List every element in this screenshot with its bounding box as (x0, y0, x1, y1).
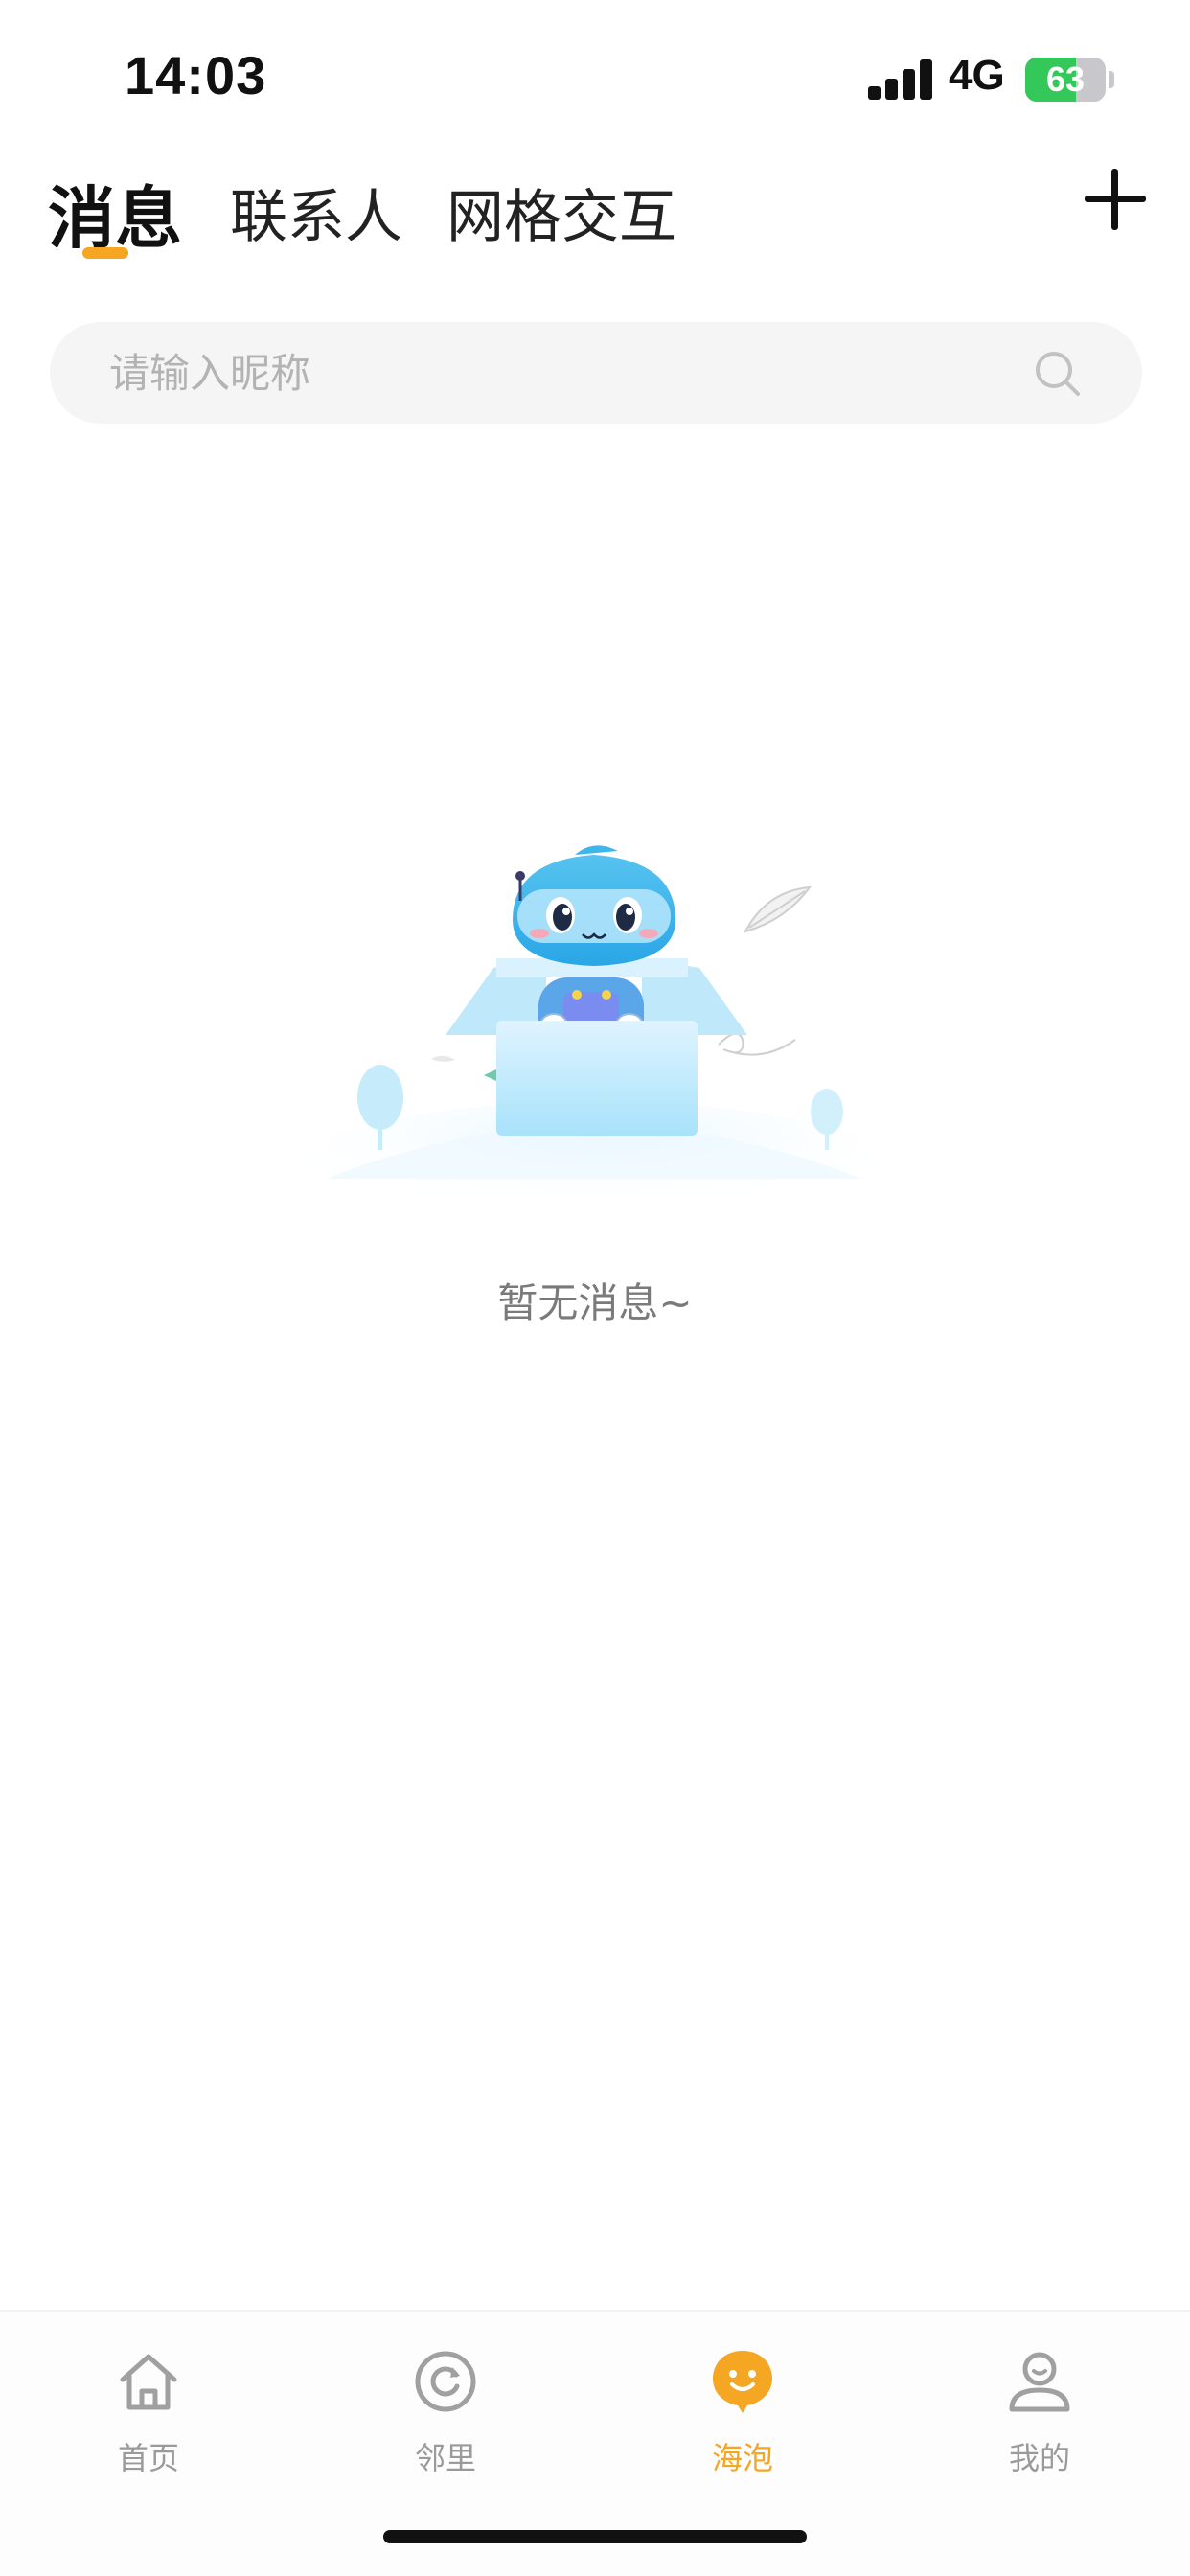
nav-label-home: 首页 (117, 2440, 179, 2476)
nav-item-neighborhood[interactable]: 邻里 (350, 2338, 541, 2482)
tab-grid-interaction[interactable]: 网格交互 (446, 171, 676, 254)
status-time: 14:03 (125, 45, 267, 105)
network-type: 4G (949, 52, 1005, 99)
search-bar (50, 322, 1142, 424)
top-tabs: 消息 联系人 网格交互 (0, 153, 1190, 278)
nav-label-profile: 我的 (1008, 2440, 1070, 2476)
battery-cap (1109, 71, 1114, 88)
bubble-face-icon (713, 2351, 772, 2413)
search-icon[interactable] (1033, 349, 1083, 399)
signal-strength-icon (868, 58, 933, 100)
search-input[interactable] (109, 322, 1029, 424)
refresh-circle-icon (415, 2351, 476, 2412)
add-button[interactable] (1079, 163, 1152, 236)
robot-in-box-illustration (307, 845, 881, 1208)
status-bar: 14:03 4G 63 (0, 0, 1190, 153)
home-icon (120, 2354, 177, 2410)
nav-item-profile[interactable]: 我的 (944, 2338, 1135, 2482)
active-tab-indicator (82, 247, 128, 259)
nav-label-neighborhood: 邻里 (414, 2440, 476, 2476)
empty-state-message: 暂无消息~ (497, 1279, 693, 1326)
nav-label-haipao: 海泡 (711, 2440, 773, 2476)
nav-item-home[interactable]: 首页 (53, 2338, 244, 2482)
battery-level: 63 (1045, 59, 1086, 99)
home-indicator (383, 2530, 807, 2543)
user-icon (1009, 2352, 1070, 2412)
battery-icon: 63 (1025, 58, 1106, 102)
nav-item-haipao[interactable]: 海泡 (647, 2338, 838, 2482)
tab-contacts[interactable]: 联系人 (230, 171, 402, 254)
